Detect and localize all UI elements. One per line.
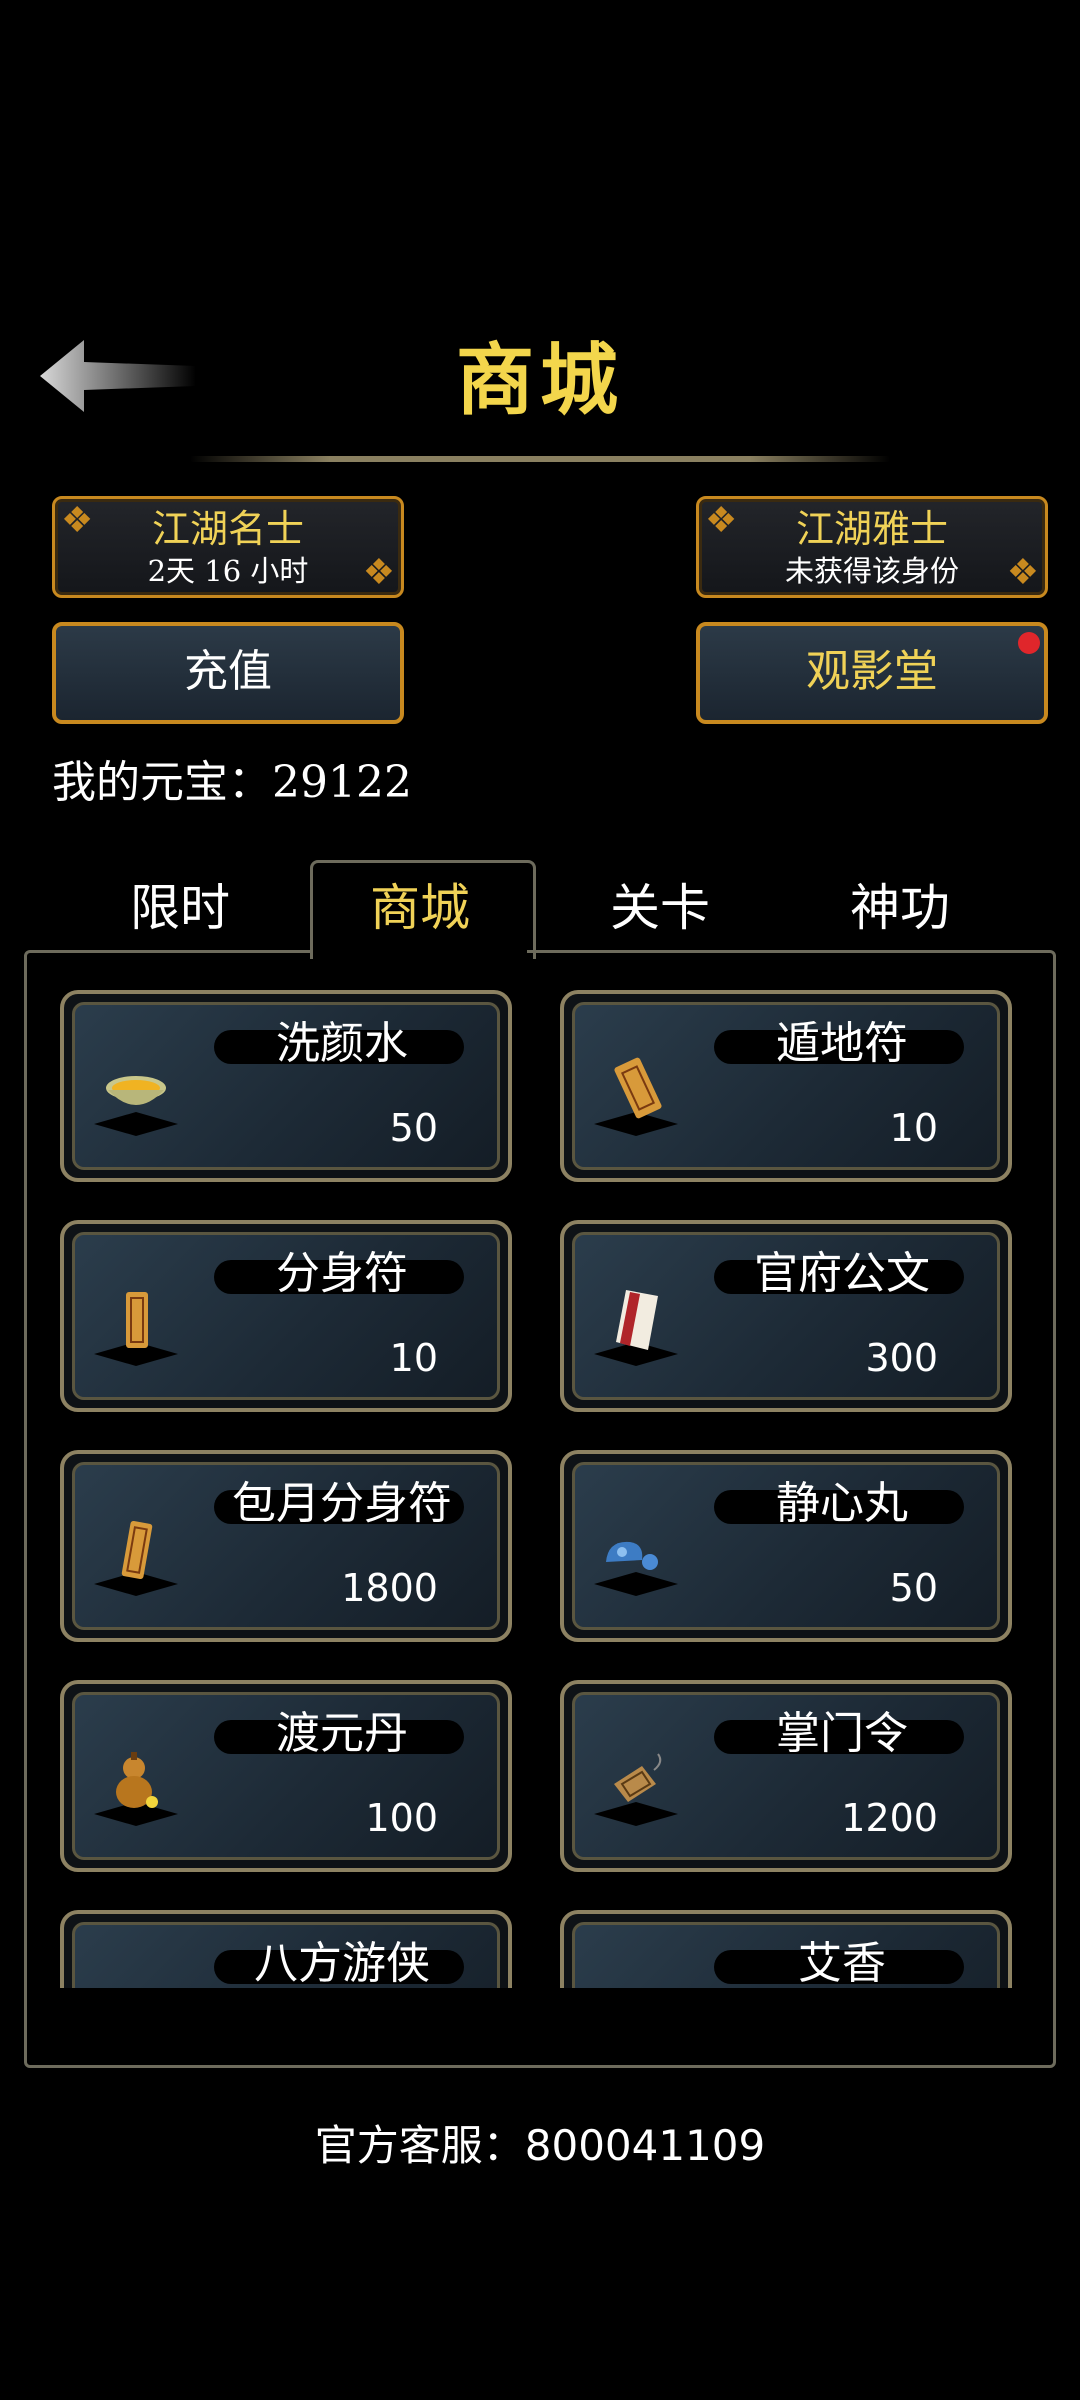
shop-item-card[interactable]: 遁地符 10 bbox=[560, 990, 1012, 1182]
shop-item-card[interactable]: 静心丸 50 bbox=[560, 1450, 1012, 1642]
shop-item-card[interactable]: 掌门令 1200 bbox=[560, 1680, 1012, 1872]
item-name: 静心丸 bbox=[776, 1478, 908, 1529]
item-price: 10 bbox=[389, 1336, 438, 1380]
shop-item-card[interactable]: 官府公文 300 bbox=[560, 1220, 1012, 1412]
talisman-icon bbox=[121, 1520, 153, 1580]
ornament-icon: ❖ bbox=[1006, 552, 1039, 593]
badge-duration: 2天 16 小时 bbox=[147, 554, 309, 588]
title-divider bbox=[190, 456, 890, 462]
token-icon bbox=[614, 1753, 662, 1802]
badge-name: 江湖名士 bbox=[151, 507, 304, 551]
item-name: 渡元丹 bbox=[276, 1708, 408, 1759]
incense-icon bbox=[596, 1970, 676, 1988]
talisman-icon bbox=[126, 1292, 148, 1348]
badge-status: 未获得该身份 bbox=[784, 554, 959, 588]
item-price: 50 bbox=[389, 1106, 438, 1150]
document-icon bbox=[616, 1290, 658, 1350]
ornament-icon: ❖ bbox=[61, 500, 94, 541]
item-name: 官府公文 bbox=[754, 1248, 930, 1299]
shop-item-card[interactable]: 艾香 bbox=[560, 1910, 1012, 1988]
badge-name: 江湖雅士 bbox=[795, 507, 948, 551]
status-badge-jianghu-yashi[interactable]: ❖ ❖ 江湖雅士 未获得该身份 bbox=[696, 496, 1048, 598]
shop-screen: 商城 ❖ ❖ 江湖名士 2天 16 小时 ❖ ❖ 江湖雅士 未获得该身份 充值 … bbox=[0, 0, 1080, 2400]
pill-icon bbox=[606, 1541, 658, 1570]
item-price: 100 bbox=[365, 1796, 438, 1840]
item-price: 300 bbox=[865, 1336, 938, 1380]
items-grid: 洗颜水 50 遁地符 10 分身符 10 官府公文 300 包月分身符 1800… bbox=[50, 980, 1030, 1988]
tab-limited[interactable]: 限时 bbox=[60, 868, 300, 940]
item-name: 艾香 bbox=[798, 1938, 886, 1988]
shop-item-card[interactable]: 洗颜水 50 bbox=[60, 990, 512, 1182]
ornament-icon: ❖ bbox=[362, 552, 395, 593]
item-name: 包月分身符 bbox=[232, 1478, 452, 1529]
bowl-icon bbox=[106, 1076, 166, 1105]
item-price: 50 bbox=[889, 1566, 938, 1610]
shop-item-card[interactable]: 包月分身符 1800 bbox=[60, 1450, 512, 1642]
shop-item-card[interactable]: 分身符 10 bbox=[60, 1220, 512, 1412]
gourd-icon bbox=[116, 1752, 158, 1808]
ornament-icon: ❖ bbox=[705, 500, 738, 541]
item-price: 1200 bbox=[841, 1796, 938, 1840]
status-badge-jianghu-mingshi[interactable]: ❖ ❖ 江湖名士 2天 16 小时 bbox=[52, 496, 404, 598]
item-price: 1800 bbox=[341, 1566, 438, 1610]
item-name: 分身符 bbox=[276, 1248, 408, 1299]
cinema-label: 观影堂 bbox=[806, 646, 938, 697]
item-name: 洗颜水 bbox=[276, 1018, 408, 1069]
tab-levels[interactable]: 关卡 bbox=[540, 868, 780, 940]
tab-skills[interactable]: 神功 bbox=[780, 868, 1020, 940]
shop-item-card[interactable]: 渡元丹 100 bbox=[60, 1680, 512, 1872]
cinema-button[interactable]: 观影堂 bbox=[696, 622, 1048, 724]
item-name: 遁地符 bbox=[776, 1018, 908, 1069]
recharge-button[interactable]: 充值 bbox=[52, 622, 404, 724]
item-name: 八方游侠 bbox=[254, 1938, 430, 1988]
tab-shop[interactable]: 商城 bbox=[300, 868, 540, 940]
customer-service-number: 官方客服：800041109 bbox=[314, 2121, 766, 2170]
notification-dot bbox=[1018, 632, 1040, 654]
item-price: 10 bbox=[889, 1106, 938, 1150]
talisman-icon bbox=[614, 1057, 662, 1119]
flower-icon bbox=[96, 1970, 176, 1988]
shop-item-card[interactable]: 八方游侠 bbox=[60, 1910, 512, 1988]
page-title: 商城 bbox=[455, 335, 624, 426]
item-name: 掌门令 bbox=[776, 1708, 908, 1759]
ingot-balance: 我的元宝：29122 bbox=[52, 757, 412, 808]
